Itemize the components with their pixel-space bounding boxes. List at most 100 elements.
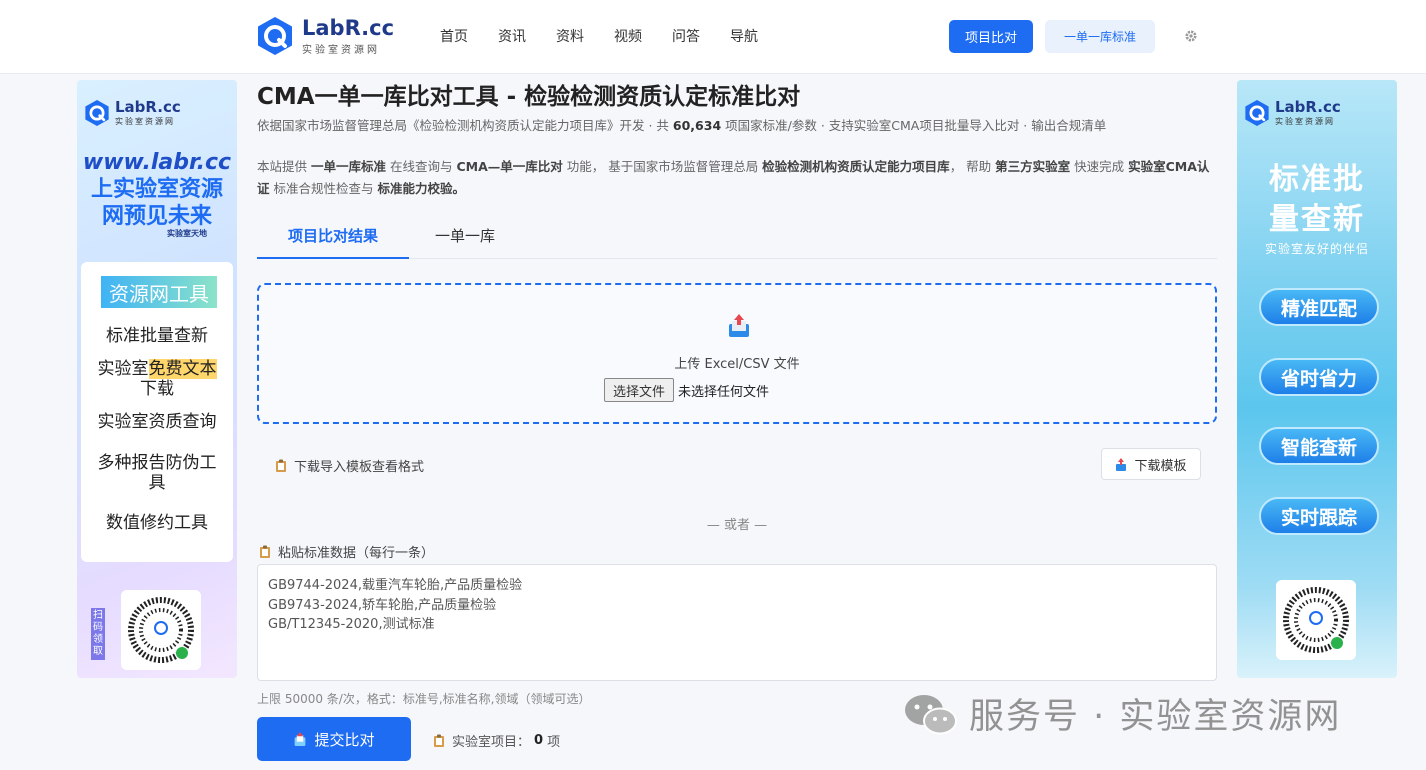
paste-line: GB/T12345-2020,测试标准 (268, 617, 435, 632)
banner-title-line-1: 标准批 (1269, 162, 1365, 197)
file-status: 未选择任何文件 (678, 384, 770, 400)
tool-item: 下载 (140, 379, 174, 399)
clipboard-icon (260, 545, 270, 558)
logo-sub: 实验室资源网 (302, 44, 380, 56)
slogan-line-1: 上实验室资源 (90, 177, 223, 202)
top-header: LabR.cc 实验室资源网 首页 资讯 资料 视频 问答 导航 项目比对 一单… (0, 0, 1426, 74)
banner-title-line-2: 量查新 (1269, 202, 1365, 237)
upload-icon (729, 314, 749, 337)
intro-keyword: 第三方实验室 (995, 159, 1071, 174)
feature-pill: 智能查新 (1259, 427, 1379, 465)
banner-logo: LabR.cc 实验室资源网 (84, 98, 181, 127)
download-template-label: 下载模板 (1134, 458, 1187, 474)
project-compare-button[interactable]: 项目比对 (949, 20, 1033, 53)
nav-docs[interactable]: 资料 (556, 26, 584, 46)
page-subtitle: 依据国家市场监督管理总局《检验检测机构资质认定能力项目库》开发 · 共 60,6… (257, 115, 1217, 134)
tool-item: 实验室资质查询 (97, 412, 217, 432)
paste-label-text: 粘贴标准数据（每行一条） (278, 546, 435, 561)
count-value: 0 (534, 733, 544, 748)
or-divider: — 或者 — (706, 518, 768, 533)
intro-segment: 本站提供 (257, 159, 311, 174)
feature-pill: 实时跟踪 (1259, 497, 1379, 535)
banner-url: www.labr.cc (82, 150, 232, 175)
tab-standard-library[interactable]: 一单一库 (435, 225, 495, 246)
scan-label: 扫码领取 (91, 608, 105, 660)
banner-logo-name: LabR.cc (115, 98, 181, 116)
standard-library-button[interactable]: 一单一库标准 (1045, 20, 1155, 53)
paste-label: 粘贴标准数据（每行一条） (259, 542, 434, 561)
download-icon (1116, 457, 1127, 471)
intro-keyword: 一单一库标准 (310, 159, 386, 174)
logo-icon (258, 17, 292, 55)
standard-count: 60,634 (672, 118, 722, 133)
feature-pill: 省时省力 (1259, 358, 1379, 396)
watermark-text: 服务号 · 实验室资源网 (969, 697, 1342, 737)
banner-logo: LabR.cc 实验室资源网 (1244, 98, 1341, 127)
slogan-line-2: 网预见未来 (101, 204, 212, 229)
tab-bar: 项目比对结果 一单一库 (257, 221, 1217, 259)
subtitle-post: 项国家标准/参数 · 支持实验室CMA项目批量导入比对 · 输出合规清单 (725, 118, 1107, 133)
tools-tag: 资源网工具 (101, 276, 217, 308)
wechat-icon (905, 694, 957, 734)
paste-textarea[interactable]: GB9744-2024,载重汽车轮胎,产品质量检验 GB9743-2024,轿车… (257, 564, 1217, 681)
tool-item: 实验室免费文本 (81, 359, 233, 379)
gear-icon[interactable] (1184, 29, 1198, 43)
intro-keyword: CMA—单一库比对 (456, 159, 563, 174)
intro-text: 本站提供 一单一库标准 在线查询与 CMA—单一库比对 功能， 基于国家市场监督… (257, 156, 1217, 200)
template-format-link[interactable]: 下载导入模板查看格式 (275, 456, 424, 475)
page-title: CMA一单一库比对工具 - 检验检测资质认定标准比对 (257, 84, 801, 110)
upload-text: 上传 Excel/CSV 文件 (674, 357, 800, 372)
upload-dropzone[interactable]: 上传 Excel/CSV 文件 选择文件 未选择任何文件 (257, 283, 1217, 424)
logo-name: LabR.cc (302, 15, 395, 40)
intro-segment: 快速完成 (1070, 159, 1129, 174)
submit-compare-button[interactable]: 提交比对 (257, 717, 411, 761)
nav-news[interactable]: 资讯 (498, 26, 526, 46)
file-input-row: 选择文件 未选择任何文件 (604, 378, 769, 402)
left-ad-banner[interactable]: LabR.cc 实验室资源网 www.labr.cc 上实验室资源 网预见未来 … (77, 80, 237, 678)
nav-video[interactable]: 视频 (614, 26, 642, 46)
wechat-watermark: 服务号 · 实验室资源网 (903, 688, 1341, 739)
count-label: 实验室项目： (452, 735, 531, 750)
paste-line: GB9743-2024,轿车轮胎,产品质量检验 (268, 597, 497, 613)
download-template-button[interactable]: 下载模板 (1101, 448, 1201, 480)
paste-hint: 上限 50000 条/次，格式：标准号,标准名称,领域（领域可选） (257, 692, 591, 706)
intro-segment: ， 帮助 (949, 159, 996, 174)
feature-pill: 精准匹配 (1259, 288, 1379, 326)
main-nav: 首页 资讯 资料 视频 问答 导航 (440, 26, 788, 46)
qr-code-icon (121, 590, 201, 670)
tool-item: 多种报告防伪工 (97, 453, 217, 473)
banner-logo-sub: 实验室资源网 (1275, 117, 1335, 126)
intro-segment: 功能， 基于国家市场监督管理总局 (562, 159, 763, 174)
paste-line: GB9744-2024,载重汽车轮胎,产品质量检验 (268, 578, 523, 593)
tool-item: 数值修约工具 (106, 513, 208, 533)
right-ad-banner[interactable]: LabR.cc 实验室资源网 标准批 量查新 实验室友好的伴侣 精准匹配 省时省… (1237, 80, 1397, 678)
tool-item-highlight: 免费文本 (148, 359, 217, 379)
banner-logo-name: LabR.cc (1275, 98, 1341, 116)
nav-qa[interactable]: 问答 (672, 26, 700, 46)
tools-card: 资源网工具 标准批量查新 实验室免费文本 下载 实验室资质查询 多种报告防伪工 … (81, 262, 233, 562)
clipboard-icon (434, 734, 444, 747)
nav-home[interactable]: 首页 (440, 26, 468, 46)
banner-sub: 实验室天地 (167, 229, 207, 238)
logo-icon (85, 99, 109, 126)
intro-segment: 标准合规性检查与 (269, 181, 378, 196)
choose-file-button[interactable]: 选择文件 (604, 378, 675, 402)
banner-title: 标准批 量查新 (1237, 160, 1397, 240)
template-link-label: 下载导入模板查看格式 (294, 460, 425, 475)
subtitle-pre: 依据国家市场监督管理总局《检验检测机构资质认定能力项目库》开发 · 共 (257, 118, 669, 133)
banner-sub: 实验室友好的伴侣 (1264, 242, 1369, 256)
submit-label: 提交比对 (314, 730, 375, 749)
nav-guide[interactable]: 导航 (730, 26, 758, 46)
logo-icon (1245, 99, 1269, 126)
banner-slogan: 上实验室资源 网预见未来 (77, 176, 237, 230)
banner-logo-sub: 实验室资源网 (115, 117, 175, 126)
intro-keyword: 标准能力校验。 (377, 181, 465, 196)
tool-item: 标准批量查新 (106, 326, 208, 346)
tab-compare-result[interactable]: 项目比对结果 (257, 225, 409, 259)
main-content: CMA一单一库比对工具 - 检验检测资质认定标准比对 依据国家市场监督管理总局《… (257, 80, 1217, 761)
intro-keyword: 检验检测机构资质认定能力项目库 (762, 159, 950, 174)
lab-project-count: 实验室项目： 0 项 (433, 731, 560, 750)
qr-code-icon (1276, 580, 1356, 660)
tool-item-part: 实验室 (97, 359, 149, 379)
site-logo[interactable]: LabR.cc 实验室资源网 (256, 16, 394, 56)
